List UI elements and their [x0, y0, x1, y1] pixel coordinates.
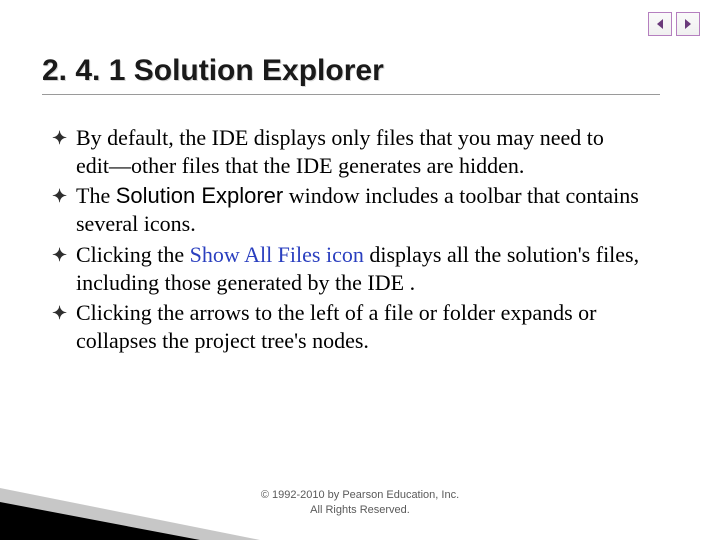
arrow-right-icon: [681, 17, 695, 31]
bullet-icon: ✦: [52, 127, 67, 150]
text-run: Clicking the arrows to the left of a fil…: [76, 300, 597, 353]
text-run: The: [76, 183, 116, 208]
bullet-icon: ✦: [52, 302, 67, 325]
slide-body: ✦ By default, the IDE displays only files…: [52, 124, 640, 357]
bullet-item: ✦ The Solution Explorer window includes a…: [52, 182, 640, 238]
copyright-line-2: All Rights Reserved.: [310, 504, 410, 516]
bullet-item: ✦ Clicking the arrows to the left of a fi…: [52, 299, 640, 355]
arrow-left-icon: [653, 17, 667, 31]
bullet-text: Clicking the Show All Files icon display…: [76, 242, 639, 295]
slide: 2. 4. 1 Solution Explorer ✦ By default, t…: [0, 0, 720, 540]
copyright-line-1: © 1992-2010 by Pearson Education, Inc.: [261, 489, 459, 501]
bullet-item: ✦ By default, the IDE displays only files…: [52, 124, 640, 180]
text-run: By default, the IDE displays only files …: [76, 125, 604, 178]
bullet-icon: ✦: [52, 185, 67, 208]
bullet-text: Clicking the arrows to the left of a fil…: [76, 300, 597, 353]
slide-title: 2. 4. 1 Solution Explorer: [42, 54, 660, 95]
nav-controls: [648, 12, 700, 36]
ui-term: Solution Explorer: [116, 183, 284, 208]
nav-prev-button[interactable]: [648, 12, 672, 36]
link-text: Show All Files icon: [190, 242, 370, 267]
text-run: Clicking the: [76, 242, 190, 267]
bullet-text: The Solution Explorer window includes a …: [76, 183, 639, 236]
footer: © 1992-2010 by Pearson Education, Inc. A…: [0, 488, 720, 518]
bullet-text: By default, the IDE displays only files …: [76, 125, 604, 178]
title-container: 2. 4. 1 Solution Explorer: [42, 54, 660, 95]
nav-next-button[interactable]: [676, 12, 700, 36]
bullet-item: ✦ Clicking the Show All Files icon displa…: [52, 241, 640, 297]
bullet-icon: ✦: [52, 244, 67, 267]
